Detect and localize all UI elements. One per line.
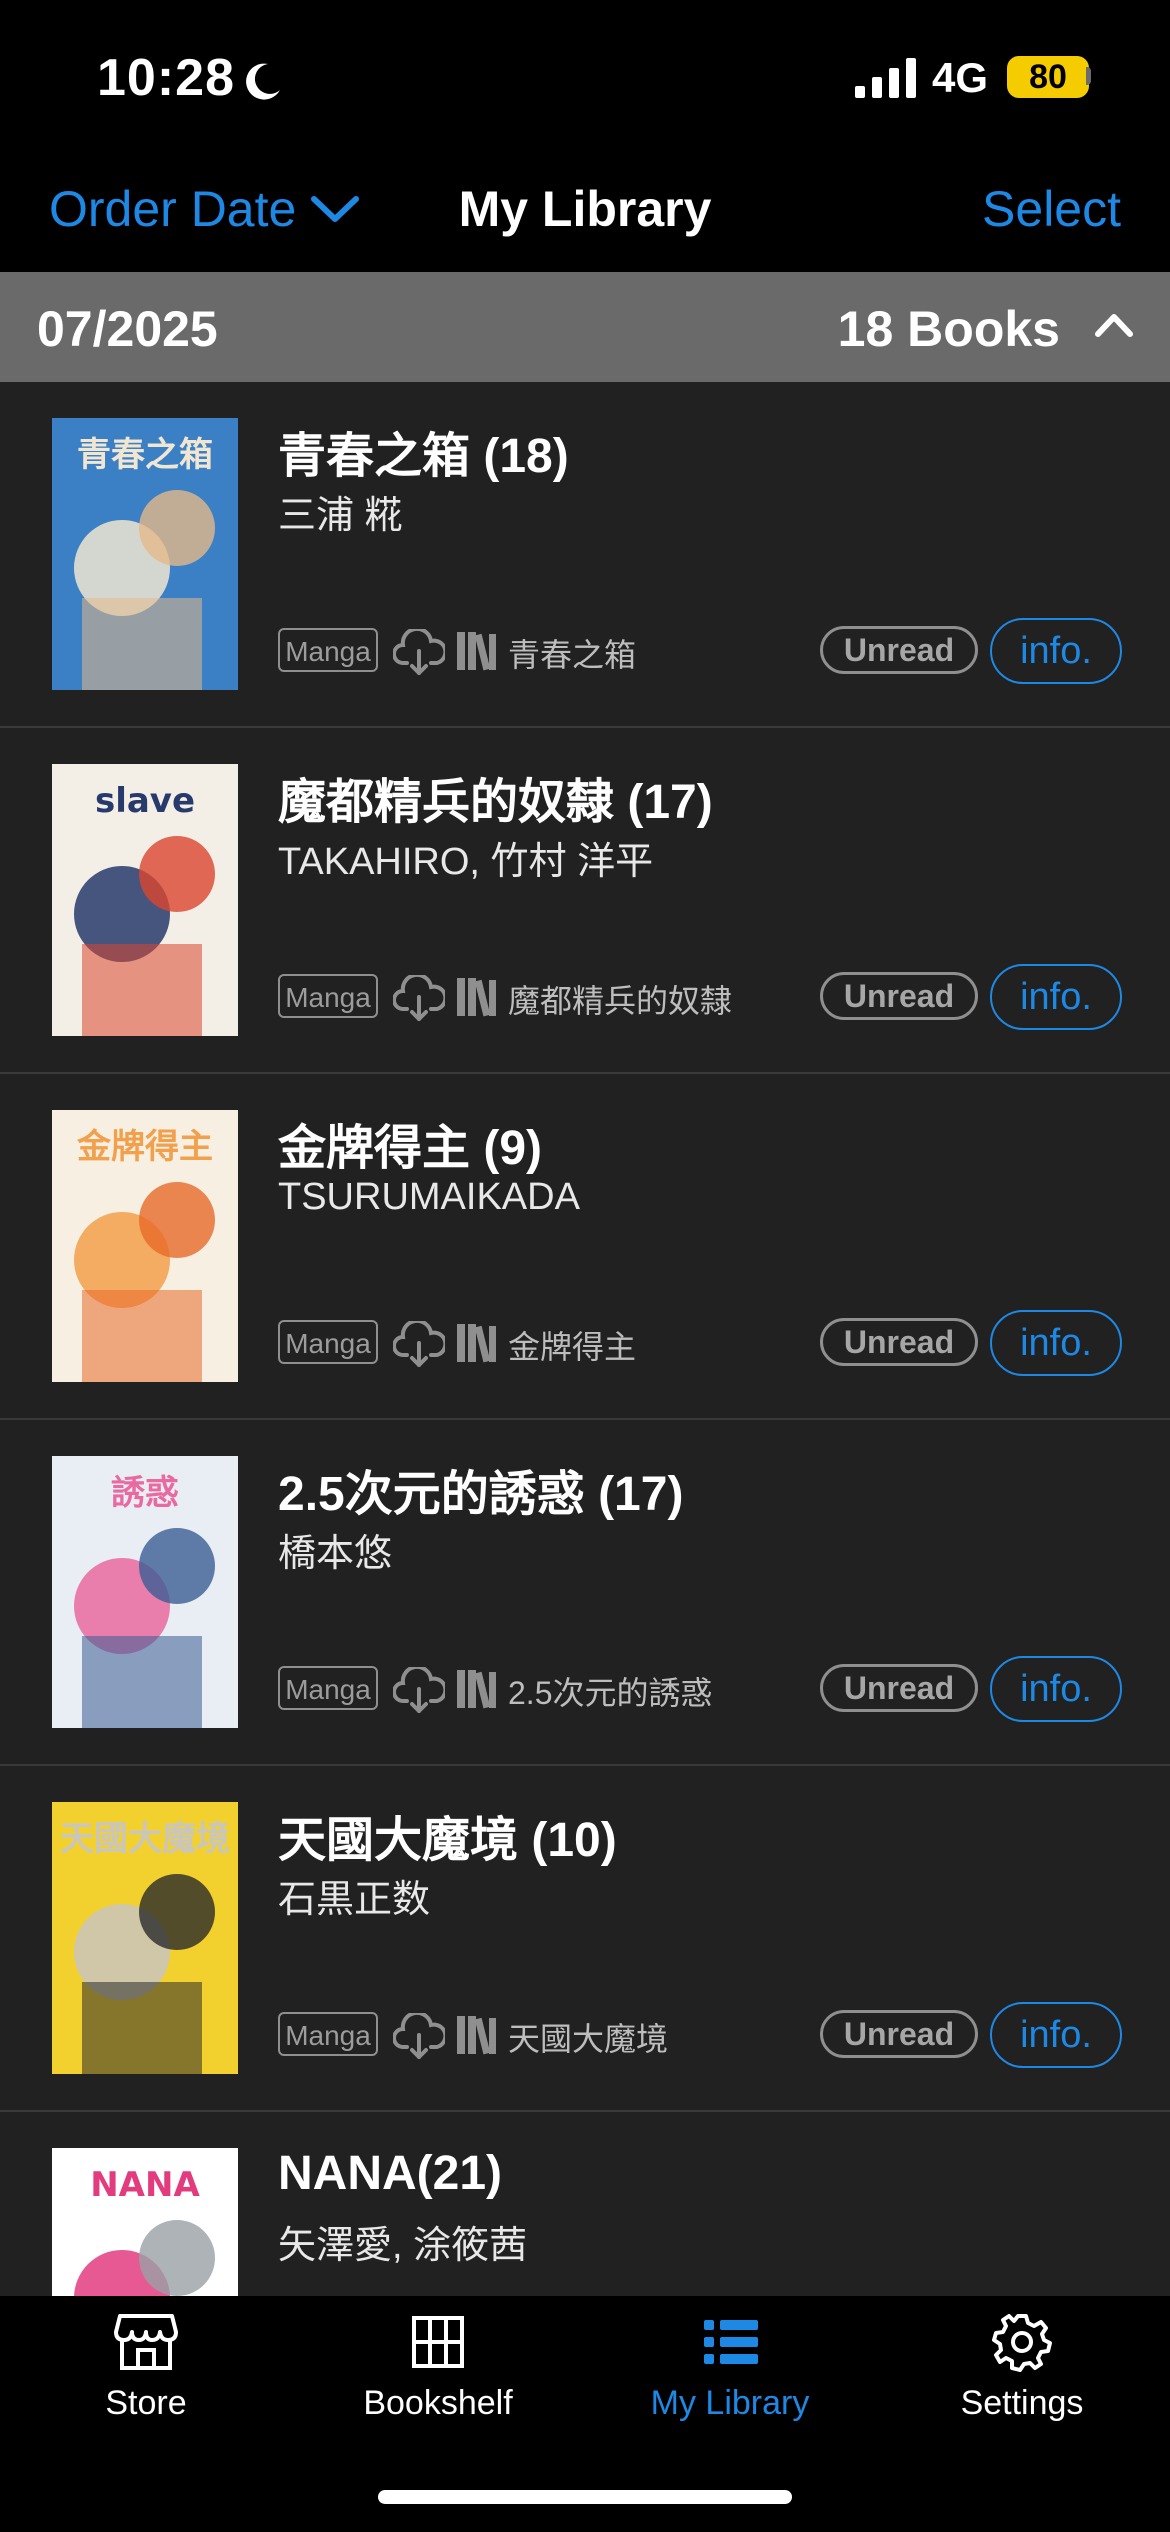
cover-art: 金牌得主 — [52, 1110, 238, 1382]
nav-bar: Order Date My Library Select — [0, 150, 1170, 272]
category-tag: Manga — [278, 2012, 378, 2056]
status-time: 10:28 — [97, 49, 235, 107]
section-date: 07/2025 — [37, 301, 218, 357]
book-author: 矢澤愛, 涂筱茜 — [278, 2225, 528, 2267]
book-author: 石黒正数 — [278, 1879, 431, 1921]
battery-cap — [1086, 67, 1091, 85]
cover-art: slave — [52, 764, 238, 1036]
cover-art: 誘惑 — [52, 1456, 238, 1728]
battery-indicator: 80 — [1007, 56, 1089, 98]
tab-settings[interactable]: Settings — [876, 2312, 1168, 2423]
read-status-badge: Unread — [820, 2010, 978, 2058]
section-book-count: 18 Books — [837, 301, 1060, 357]
cloud-download-icon[interactable] — [393, 2013, 445, 2061]
book-author: 橋本悠 — [278, 1533, 393, 1575]
book-cover[interactable]: NANA — [52, 2148, 238, 2296]
cover-art: NANA — [52, 2148, 238, 2296]
info-button[interactable]: info. — [990, 1656, 1122, 1722]
series-icon — [457, 632, 496, 671]
book-author: TSURUMAIKADA — [278, 1176, 580, 1218]
series-icon — [457, 1670, 496, 1709]
book-row[interactable]: 天國大魔境 天國大魔境 (10) 石黒正数 Manga 天國大魔境 Unread… — [0, 1766, 1170, 2112]
book-cover[interactable]: 誘惑 — [52, 1456, 238, 1728]
series-icon — [457, 2016, 496, 2055]
home-indicator — [378, 2490, 792, 2504]
book-title: 2.5次元的誘惑 (17) — [278, 1468, 684, 1521]
cover-title-art: NANA — [90, 2165, 200, 2205]
cloud-download-icon[interactable] — [393, 1321, 445, 1369]
series-name: 天國大魔境 — [508, 2021, 669, 2057]
series-icon — [457, 1324, 496, 1363]
category-tag: Manga — [278, 1666, 378, 1710]
tab-my-library[interactable]: My Library — [584, 2312, 876, 2423]
read-status-badge: Unread — [820, 1318, 978, 1366]
book-row[interactable]: 金牌得主 金牌得主 (9) TSURUMAIKADA Manga 金牌得主 Un… — [0, 1074, 1170, 1420]
series-name: 金牌得主 — [508, 1329, 637, 1365]
tab-bookshelf[interactable]: Bookshelf — [292, 2312, 584, 2423]
book-cover[interactable]: 天國大魔境 — [52, 1802, 238, 2074]
category-tag: Manga — [278, 974, 378, 1018]
cloud-download-icon[interactable] — [393, 629, 445, 677]
cover-art: 天國大魔境 — [52, 1802, 238, 2074]
cover-title-art: 天國大魔境 — [60, 1819, 230, 1859]
book-row[interactable]: NANA NANA(21) 矢澤愛, 涂筱茜 Manga NANA Unread… — [0, 2112, 1170, 2296]
cloud-download-icon[interactable] — [393, 1667, 445, 1715]
series-name: 魔都精兵的奴隸 — [508, 983, 733, 1019]
gear-icon — [992, 2314, 1052, 2372]
book-cover[interactable]: 青春之箱 — [52, 418, 238, 690]
series-name: 2.5次元的誘惑 — [508, 1675, 713, 1711]
cover-title-art: 金牌得主 — [76, 1127, 213, 1167]
book-cover[interactable]: slave — [52, 764, 238, 1036]
category-tag: Manga — [278, 628, 378, 672]
book-title: 青春之箱 (18) — [278, 430, 569, 483]
store-icon — [114, 2314, 178, 2370]
cover-art: 青春之箱 — [52, 418, 238, 690]
tab-store-label: Store — [105, 2384, 187, 2422]
cover-title-art: 誘惑 — [111, 1473, 179, 1513]
book-row[interactable]: 誘惑 2.5次元的誘惑 (17) 橋本悠 Manga 2.5次元的誘惑 Unre… — [0, 1420, 1170, 1766]
read-status-badge: Unread — [820, 972, 978, 1020]
section-header[interactable]: 07/2025 18 Books — [0, 272, 1170, 382]
signal-icon — [855, 58, 916, 98]
book-title: 金牌得主 (9) — [278, 1122, 543, 1175]
book-author: 三浦 糀 — [278, 495, 403, 537]
chevron-up-icon[interactable] — [1094, 308, 1134, 342]
read-status-badge: Unread — [820, 626, 978, 674]
tab-store[interactable]: Store — [0, 2312, 292, 2423]
moon-icon — [246, 63, 280, 100]
book-cover[interactable]: 金牌得主 — [52, 1110, 238, 1382]
book-title: 魔都精兵的奴隸 (17) — [278, 776, 713, 829]
tab-settings-label: Settings — [960, 2384, 1084, 2422]
network-label: 4G — [932, 54, 989, 101]
grid-icon — [412, 2316, 464, 2368]
info-button[interactable]: info. — [990, 964, 1122, 1030]
category-tag: Manga — [278, 1320, 378, 1364]
series-icon — [457, 978, 496, 1017]
book-author: TAKAHIRO, 竹村 洋平 — [278, 841, 654, 883]
info-button[interactable]: info. — [990, 1310, 1122, 1376]
book-row[interactable]: 青春之箱 青春之箱 (18) 三浦 糀 Manga 青春之箱 Unread in… — [0, 382, 1170, 728]
book-list[interactable]: 青春之箱 青春之箱 (18) 三浦 糀 Manga 青春之箱 Unread in… — [0, 382, 1170, 2296]
book-title: NANA(21) — [278, 2147, 503, 2200]
cover-title-art: slave — [95, 781, 195, 821]
select-button[interactable]: Select — [982, 180, 1121, 238]
tab-bookshelf-label: Bookshelf — [363, 2384, 513, 2422]
read-status-badge: Unread — [820, 1664, 978, 1712]
book-row[interactable]: slave 魔都精兵的奴隸 (17) TAKAHIRO, 竹村 洋平 Manga… — [0, 728, 1170, 1074]
list-icon — [704, 2320, 758, 2364]
book-title: 天國大魔境 (10) — [278, 1814, 617, 1867]
status-bar: 10:28 4G 80 — [0, 0, 1170, 150]
cover-title-art: 青春之箱 — [77, 435, 213, 475]
series-name: 青春之箱 — [508, 637, 637, 673]
info-button[interactable]: info. — [990, 618, 1122, 684]
info-button[interactable]: info. — [990, 2002, 1122, 2068]
cloud-download-icon[interactable] — [393, 975, 445, 1023]
tab-my-library-label: My Library — [650, 2384, 810, 2422]
